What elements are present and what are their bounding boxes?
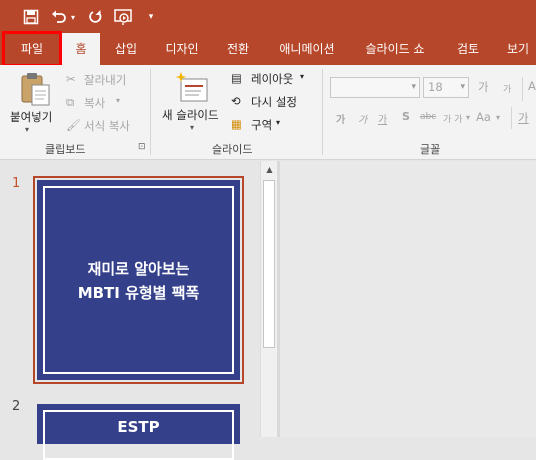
- paste-dropdown-icon[interactable]: ▾: [25, 125, 29, 134]
- new-slide-button[interactable]: 새 슬라이드: [162, 107, 219, 123]
- slide-title-line1: 재미로 알아보는: [87, 260, 190, 278]
- copy-dropdown-icon[interactable]: ▾: [116, 96, 120, 105]
- char-spacing-dropdown-icon[interactable]: ▾: [466, 113, 470, 122]
- slides-group-label: 슬라이드: [212, 143, 253, 156]
- shadow-button[interactable]: S: [402, 110, 410, 123]
- font-size-value: 18: [428, 80, 443, 94]
- font-name-dropdown-icon[interactable]: ▾: [411, 82, 416, 92]
- section-dropdown-icon[interactable]: ▾: [276, 118, 280, 127]
- reset-icon: ⟲: [231, 94, 241, 108]
- slide-thumbnail[interactable]: ESTP: [37, 404, 240, 460]
- change-case-button[interactable]: Aa: [476, 110, 491, 124]
- slide-title-line2: MBTI 유형별 팩폭: [77, 284, 200, 302]
- underline-button[interactable]: 가: [378, 111, 387, 126]
- slide-thumbnail[interactable]: 재미로 알아보는 MBTI 유형별 팩폭: [37, 180, 240, 380]
- font-size-combo[interactable]: 18 ▾: [423, 77, 469, 98]
- scroll-up-icon[interactable]: ▲: [261, 163, 278, 177]
- copy-icon: ⧉: [66, 95, 75, 109]
- group-divider: [150, 69, 151, 155]
- scrollbar-thumb[interactable]: [263, 180, 275, 348]
- tab-home[interactable]: 홈: [62, 33, 100, 65]
- ribbon-tabs: 파일 홈 삽입 디자인 전환 애니메이션 슬라이드 쇼 검토 보기: [0, 31, 536, 67]
- format-painter-button[interactable]: 서식 복사: [84, 118, 130, 134]
- present-from-start-icon[interactable]: [113, 6, 135, 28]
- paste-button[interactable]: 붙여넣기: [10, 109, 52, 125]
- copy-button[interactable]: 복사: [84, 95, 105, 111]
- clipboard-launcher-icon[interactable]: ⊡: [138, 142, 146, 152]
- section-button[interactable]: 구역: [251, 117, 272, 133]
- bold-button[interactable]: 가: [336, 111, 345, 126]
- thumbnail-scrollbar[interactable]: ▲: [260, 161, 277, 437]
- italic-button[interactable]: 가: [358, 111, 367, 126]
- customize-qat-icon[interactable]: ▾: [144, 6, 158, 28]
- strikethrough-button[interactable]: abc: [420, 112, 436, 122]
- tab-insert[interactable]: 삽입: [104, 33, 148, 65]
- clear-format-button[interactable]: A: [528, 79, 536, 93]
- highlight-button[interactable]: 가: [518, 110, 529, 126]
- tab-slideshow[interactable]: 슬라이드 쇼: [354, 33, 436, 65]
- tab-transitions[interactable]: 전환: [215, 33, 261, 65]
- undo-icon[interactable]: [50, 6, 68, 28]
- layout-dropdown-icon[interactable]: ▾: [300, 72, 304, 81]
- font-group-label: 글꼴: [420, 143, 441, 156]
- slide-thumbnail-pane: 1 재미로 알아보는 MBTI 유형별 팩폭 2 ESTP: [0, 161, 262, 460]
- redo-icon[interactable]: [86, 6, 104, 28]
- change-case-dropdown-icon[interactable]: ▾: [496, 113, 500, 122]
- save-icon[interactable]: [20, 6, 42, 28]
- clipboard-group-label: 클립보드: [45, 143, 86, 156]
- paste-icon[interactable]: [20, 71, 52, 107]
- slide-editing-canvas[interactable]: [280, 161, 536, 437]
- quick-access-toolbar: ▾ ▾: [0, 0, 536, 33]
- grow-font-button[interactable]: 가: [478, 79, 489, 95]
- new-slide-dropdown-icon[interactable]: ▾: [190, 123, 194, 132]
- group-divider: [322, 69, 323, 155]
- tab-design[interactable]: 디자인: [156, 33, 208, 65]
- shrink-font-button[interactable]: 가: [503, 82, 511, 95]
- layout-button[interactable]: 레이아웃: [251, 71, 293, 87]
- tab-view[interactable]: 보기: [498, 33, 536, 65]
- slide-number: 2: [12, 399, 21, 414]
- font-divider: [522, 77, 523, 101]
- slide-title-line1: ESTP: [117, 418, 160, 436]
- ribbon: 붙여넣기 ▾ ✂ 잘라내기 ⧉ 복사 ▾ 🖌 서식 복사 클립보드 ⊡ 새 슬라…: [0, 65, 536, 160]
- section-icon: ▦: [231, 117, 242, 131]
- tab-animations[interactable]: 애니메이션: [269, 33, 345, 65]
- font-name-combo[interactable]: ▾: [330, 77, 420, 98]
- cut-icon: ✂: [66, 72, 76, 86]
- undo-dropdown-icon[interactable]: ▾: [68, 6, 78, 28]
- font-size-dropdown-icon[interactable]: ▾: [460, 82, 465, 92]
- slide-frame: [43, 186, 234, 374]
- cut-button[interactable]: 잘라내기: [84, 72, 126, 88]
- layout-icon: ▤: [231, 71, 242, 85]
- char-spacing-button[interactable]: 가 가: [443, 112, 462, 125]
- slide-number: 1: [12, 176, 21, 191]
- font-divider: [511, 107, 512, 129]
- format-painter-icon: 🖌: [66, 118, 81, 132]
- tab-file[interactable]: 파일: [2, 31, 62, 67]
- reset-button[interactable]: 다시 설정: [251, 94, 297, 110]
- new-slide-icon[interactable]: [175, 71, 209, 105]
- tab-review[interactable]: 검토: [445, 33, 491, 65]
